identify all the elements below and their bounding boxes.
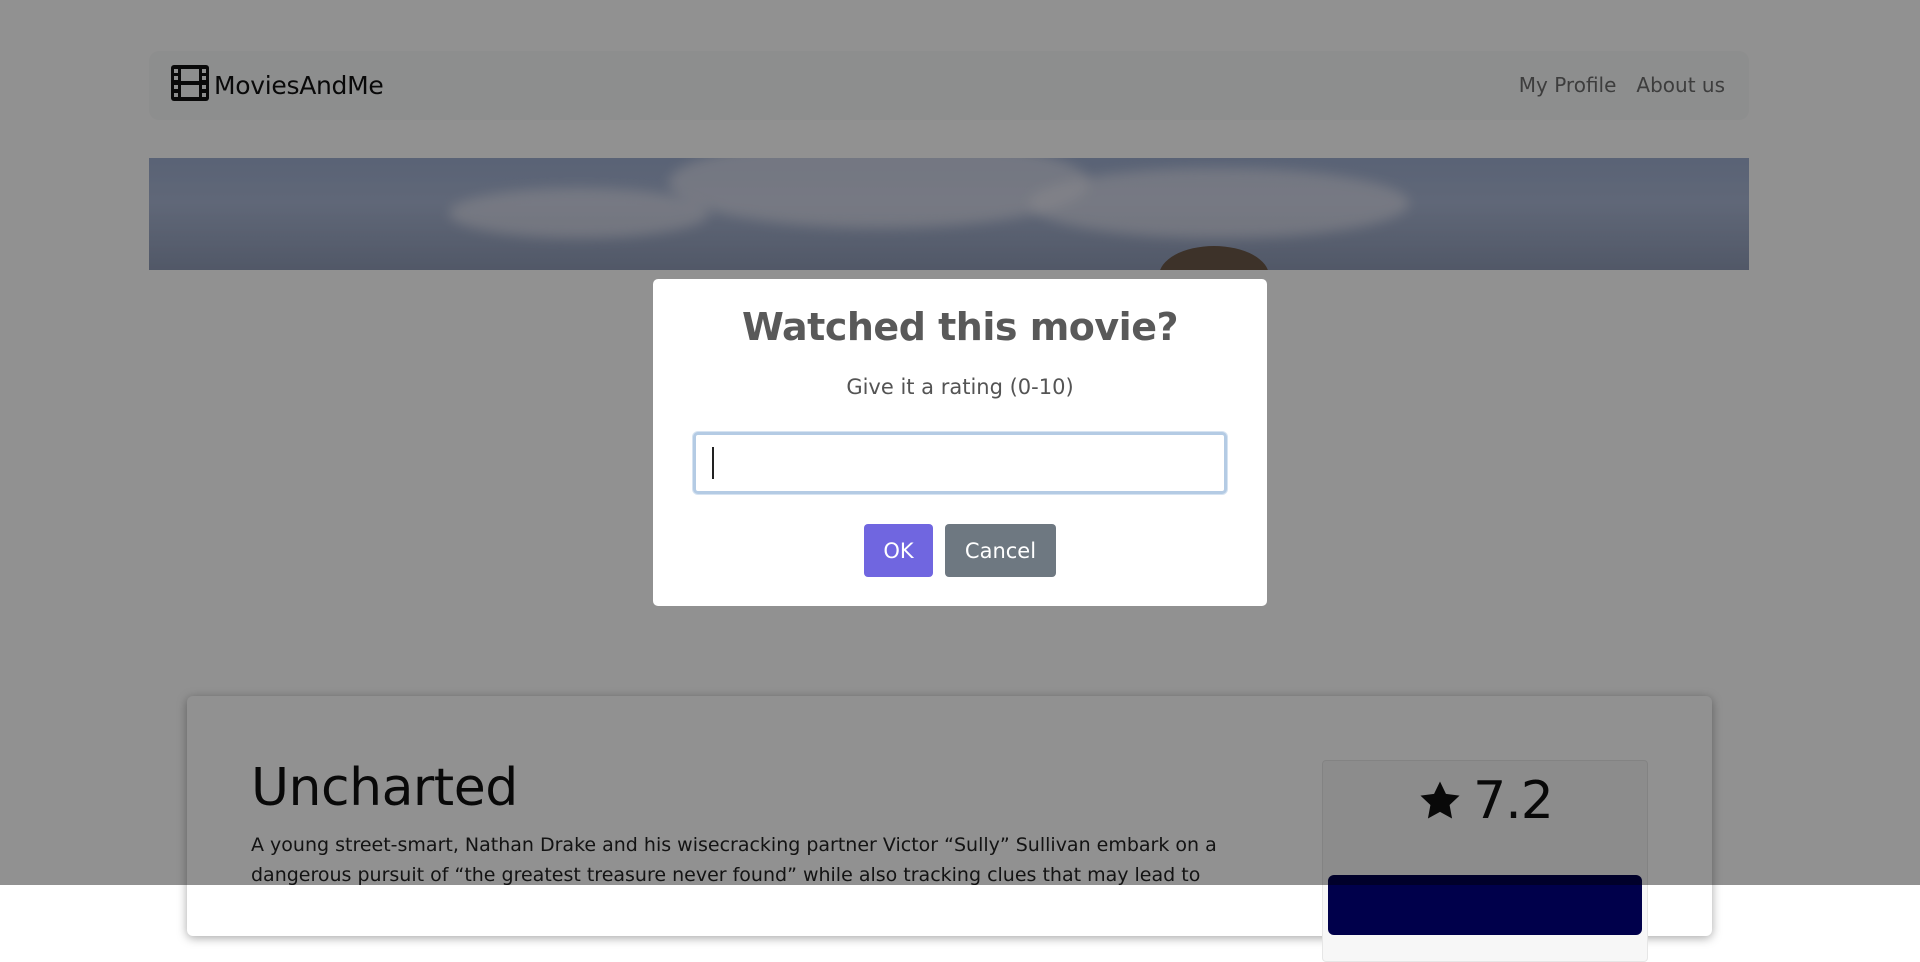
cancel-button[interactable]: Cancel [945, 524, 1056, 577]
rating-input[interactable] [693, 432, 1227, 494]
dialog-text: Give it a rating (0-10) [846, 375, 1074, 399]
rating-dialog: Watched this movie? Give it a rating (0-… [653, 279, 1267, 606]
dialog-title: Watched this movie? [741, 305, 1179, 349]
text-cursor [712, 447, 714, 479]
ok-button[interactable]: OK [864, 524, 933, 577]
